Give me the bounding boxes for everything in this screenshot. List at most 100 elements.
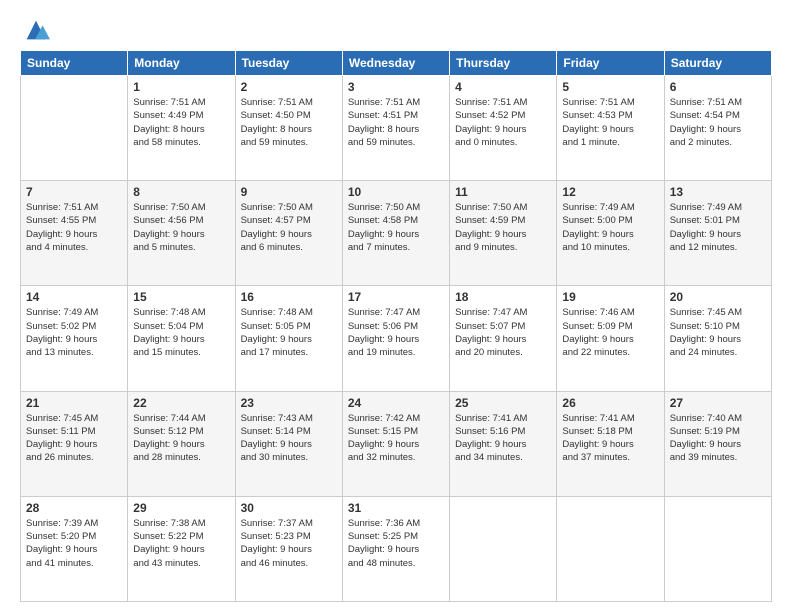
day-info: Sunrise: 7:48 AM Sunset: 5:05 PM Dayligh… [241, 306, 337, 359]
weekday-header-tuesday: Tuesday [235, 51, 342, 76]
day-number: 12 [562, 185, 658, 199]
page: SundayMondayTuesdayWednesdayThursdayFrid… [0, 0, 792, 612]
day-number: 17 [348, 290, 444, 304]
day-number: 5 [562, 80, 658, 94]
day-info: Sunrise: 7:49 AM Sunset: 5:02 PM Dayligh… [26, 306, 122, 359]
day-info: Sunrise: 7:44 AM Sunset: 5:12 PM Dayligh… [133, 412, 229, 465]
calendar-cell: 25 Sunrise: 7:41 AM Sunset: 5:16 PM Dayli… [450, 391, 557, 496]
day-number: 19 [562, 290, 658, 304]
day-number: 7 [26, 185, 122, 199]
calendar-week-2: 7 Sunrise: 7:51 AM Sunset: 4:55 PM Daylig… [21, 181, 772, 286]
day-info: Sunrise: 7:45 AM Sunset: 5:11 PM Dayligh… [26, 412, 122, 465]
day-number: 21 [26, 396, 122, 410]
calendar-week-5: 28 Sunrise: 7:39 AM Sunset: 5:20 PM Dayli… [21, 496, 772, 601]
day-number: 16 [241, 290, 337, 304]
calendar-cell: 18 Sunrise: 7:47 AM Sunset: 5:07 PM Dayli… [450, 286, 557, 391]
day-number: 23 [241, 396, 337, 410]
day-number: 22 [133, 396, 229, 410]
calendar-week-1: 1Sunrise: 7:51 AM Sunset: 4:49 PM Daylig… [21, 76, 772, 181]
day-number: 15 [133, 290, 229, 304]
day-number: 31 [348, 501, 444, 515]
calendar-cell: 29 Sunrise: 7:38 AM Sunset: 5:22 PM Dayli… [128, 496, 235, 601]
calendar-cell: 19 Sunrise: 7:46 AM Sunset: 5:09 PM Dayli… [557, 286, 664, 391]
day-number: 10 [348, 185, 444, 199]
day-info: Sunrise: 7:51 AM Sunset: 4:55 PM Dayligh… [26, 201, 122, 254]
calendar-cell: 7 Sunrise: 7:51 AM Sunset: 4:55 PM Daylig… [21, 181, 128, 286]
day-info: Sunrise: 7:38 AM Sunset: 5:22 PM Dayligh… [133, 517, 229, 570]
calendar-cell: 8Sunrise: 7:50 AM Sunset: 4:56 PM Daylig… [128, 181, 235, 286]
day-info: Sunrise: 7:50 AM Sunset: 4:59 PM Dayligh… [455, 201, 551, 254]
calendar-cell: 17 Sunrise: 7:47 AM Sunset: 5:06 PM Dayli… [342, 286, 449, 391]
day-info: Sunrise: 7:42 AM Sunset: 5:15 PM Dayligh… [348, 412, 444, 465]
calendar-cell: 27 Sunrise: 7:40 AM Sunset: 5:19 PM Dayli… [664, 391, 771, 496]
day-number: 27 [670, 396, 766, 410]
day-info: Sunrise: 7:50 AM Sunset: 4:57 PM Dayligh… [241, 201, 337, 254]
day-info: Sunrise: 7:41 AM Sunset: 5:18 PM Dayligh… [562, 412, 658, 465]
logo-icon [22, 16, 50, 44]
calendar-cell: 10Sunrise: 7:50 AM Sunset: 4:58 PM Dayli… [342, 181, 449, 286]
calendar-cell [557, 496, 664, 601]
day-number: 11 [455, 185, 551, 199]
calendar-cell [664, 496, 771, 601]
calendar-cell: 31 Sunrise: 7:36 AM Sunset: 5:25 PM Dayli… [342, 496, 449, 601]
logo [20, 16, 50, 40]
day-info: Sunrise: 7:40 AM Sunset: 5:19 PM Dayligh… [670, 412, 766, 465]
weekday-header-row: SundayMondayTuesdayWednesdayThursdayFrid… [21, 51, 772, 76]
day-info: Sunrise: 7:36 AM Sunset: 5:25 PM Dayligh… [348, 517, 444, 570]
day-number: 25 [455, 396, 551, 410]
day-info: Sunrise: 7:45 AM Sunset: 5:10 PM Dayligh… [670, 306, 766, 359]
calendar-cell: 14 Sunrise: 7:49 AM Sunset: 5:02 PM Dayli… [21, 286, 128, 391]
day-info: Sunrise: 7:47 AM Sunset: 5:06 PM Dayligh… [348, 306, 444, 359]
calendar-cell: 1Sunrise: 7:51 AM Sunset: 4:49 PM Daylig… [128, 76, 235, 181]
day-number: 1 [133, 80, 229, 94]
day-number: 24 [348, 396, 444, 410]
day-number: 20 [670, 290, 766, 304]
calendar-cell: 15 Sunrise: 7:48 AM Sunset: 5:04 PM Dayli… [128, 286, 235, 391]
calendar-cell: 6 Sunrise: 7:51 AM Sunset: 4:54 PM Daylig… [664, 76, 771, 181]
day-number: 26 [562, 396, 658, 410]
calendar-cell: 16 Sunrise: 7:48 AM Sunset: 5:05 PM Dayli… [235, 286, 342, 391]
day-number: 4 [455, 80, 551, 94]
day-info: Sunrise: 7:51 AM Sunset: 4:54 PM Dayligh… [670, 96, 766, 149]
day-number: 8 [133, 185, 229, 199]
day-info: Sunrise: 7:41 AM Sunset: 5:16 PM Dayligh… [455, 412, 551, 465]
day-number: 18 [455, 290, 551, 304]
calendar-cell [450, 496, 557, 601]
calendar-cell: 26 Sunrise: 7:41 AM Sunset: 5:18 PM Dayli… [557, 391, 664, 496]
calendar-cell: 11 Sunrise: 7:50 AM Sunset: 4:59 PM Dayli… [450, 181, 557, 286]
day-number: 29 [133, 501, 229, 515]
day-number: 28 [26, 501, 122, 515]
day-number: 6 [670, 80, 766, 94]
day-info: Sunrise: 7:49 AM Sunset: 5:00 PM Dayligh… [562, 201, 658, 254]
day-number: 2 [241, 80, 337, 94]
day-info: Sunrise: 7:39 AM Sunset: 5:20 PM Dayligh… [26, 517, 122, 570]
calendar-cell [21, 76, 128, 181]
calendar-cell: 5 Sunrise: 7:51 AM Sunset: 4:53 PM Daylig… [557, 76, 664, 181]
day-info: Sunrise: 7:51 AM Sunset: 4:50 PM Dayligh… [241, 96, 337, 149]
day-info: Sunrise: 7:48 AM Sunset: 5:04 PM Dayligh… [133, 306, 229, 359]
calendar-cell: 2 Sunrise: 7:51 AM Sunset: 4:50 PM Daylig… [235, 76, 342, 181]
day-number: 14 [26, 290, 122, 304]
calendar-cell: 24 Sunrise: 7:42 AM Sunset: 5:15 PM Dayli… [342, 391, 449, 496]
weekday-header-thursday: Thursday [450, 51, 557, 76]
day-info: Sunrise: 7:47 AM Sunset: 5:07 PM Dayligh… [455, 306, 551, 359]
day-info: Sunrise: 7:51 AM Sunset: 4:52 PM Dayligh… [455, 96, 551, 149]
calendar-table: SundayMondayTuesdayWednesdayThursdayFrid… [20, 50, 772, 602]
calendar-cell: 3Sunrise: 7:51 AM Sunset: 4:51 PM Daylig… [342, 76, 449, 181]
calendar-cell: 9 Sunrise: 7:50 AM Sunset: 4:57 PM Daylig… [235, 181, 342, 286]
calendar-cell: 21 Sunrise: 7:45 AM Sunset: 5:11 PM Dayli… [21, 391, 128, 496]
header [20, 16, 772, 40]
weekday-header-wednesday: Wednesday [342, 51, 449, 76]
calendar-cell: 20 Sunrise: 7:45 AM Sunset: 5:10 PM Dayli… [664, 286, 771, 391]
day-info: Sunrise: 7:37 AM Sunset: 5:23 PM Dayligh… [241, 517, 337, 570]
calendar-cell: 30Sunrise: 7:37 AM Sunset: 5:23 PM Dayli… [235, 496, 342, 601]
weekday-header-saturday: Saturday [664, 51, 771, 76]
weekday-header-sunday: Sunday [21, 51, 128, 76]
day-info: Sunrise: 7:51 AM Sunset: 4:53 PM Dayligh… [562, 96, 658, 149]
day-number: 13 [670, 185, 766, 199]
day-number: 9 [241, 185, 337, 199]
day-number: 3 [348, 80, 444, 94]
day-info: Sunrise: 7:46 AM Sunset: 5:09 PM Dayligh… [562, 306, 658, 359]
weekday-header-monday: Monday [128, 51, 235, 76]
day-info: Sunrise: 7:49 AM Sunset: 5:01 PM Dayligh… [670, 201, 766, 254]
